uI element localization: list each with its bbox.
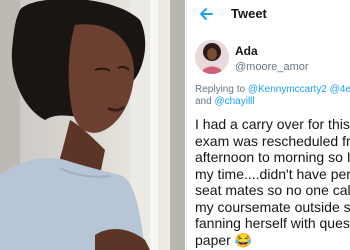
page-title: Tweet <box>231 6 267 21</box>
author-name[interactable]: Ada <box>235 44 258 58</box>
arrow-left-icon[interactable] <box>199 7 213 21</box>
author-handle[interactable]: @moore_amor <box>235 61 309 73</box>
reply-handle-link[interactable]: @Kennymccarty2 <box>248 84 327 95</box>
tweet-line: seat mates so no one calle <box>195 182 350 198</box>
replying-to: Replying to @Kennymccarty2 @4evert and @… <box>195 84 350 108</box>
tweet-line: my time....didn't have perm <box>195 165 350 182</box>
replying-and: and <box>195 96 215 107</box>
tweet-line: my coursemate outside so <box>195 198 350 215</box>
tweet-line: paper 😂 <box>195 231 253 248</box>
avatar[interactable] <box>195 40 229 74</box>
woman-at-window-illustration <box>0 0 185 250</box>
tweet-line: exam was rescheduled fro <box>195 132 350 149</box>
tweet-topbar: Tweet <box>187 0 350 30</box>
tweet-panel: Tweet Ada @moore_amor Replying to @Kenny… <box>186 0 350 250</box>
tweet-line: I had a carry over for this m <box>195 116 350 132</box>
replying-prefix: Replying to <box>195 84 248 95</box>
tweet-text: I had a carry over for this m exam was r… <box>195 116 350 248</box>
tweet-line: afternoon to morning so I <box>195 149 350 165</box>
reply-handle-link[interactable]: @4evert <box>330 84 350 95</box>
news-photo <box>0 0 185 250</box>
tweet-line: fanning herself with questi <box>195 215 350 231</box>
reply-handle-link[interactable]: @chayilll <box>214 96 254 107</box>
